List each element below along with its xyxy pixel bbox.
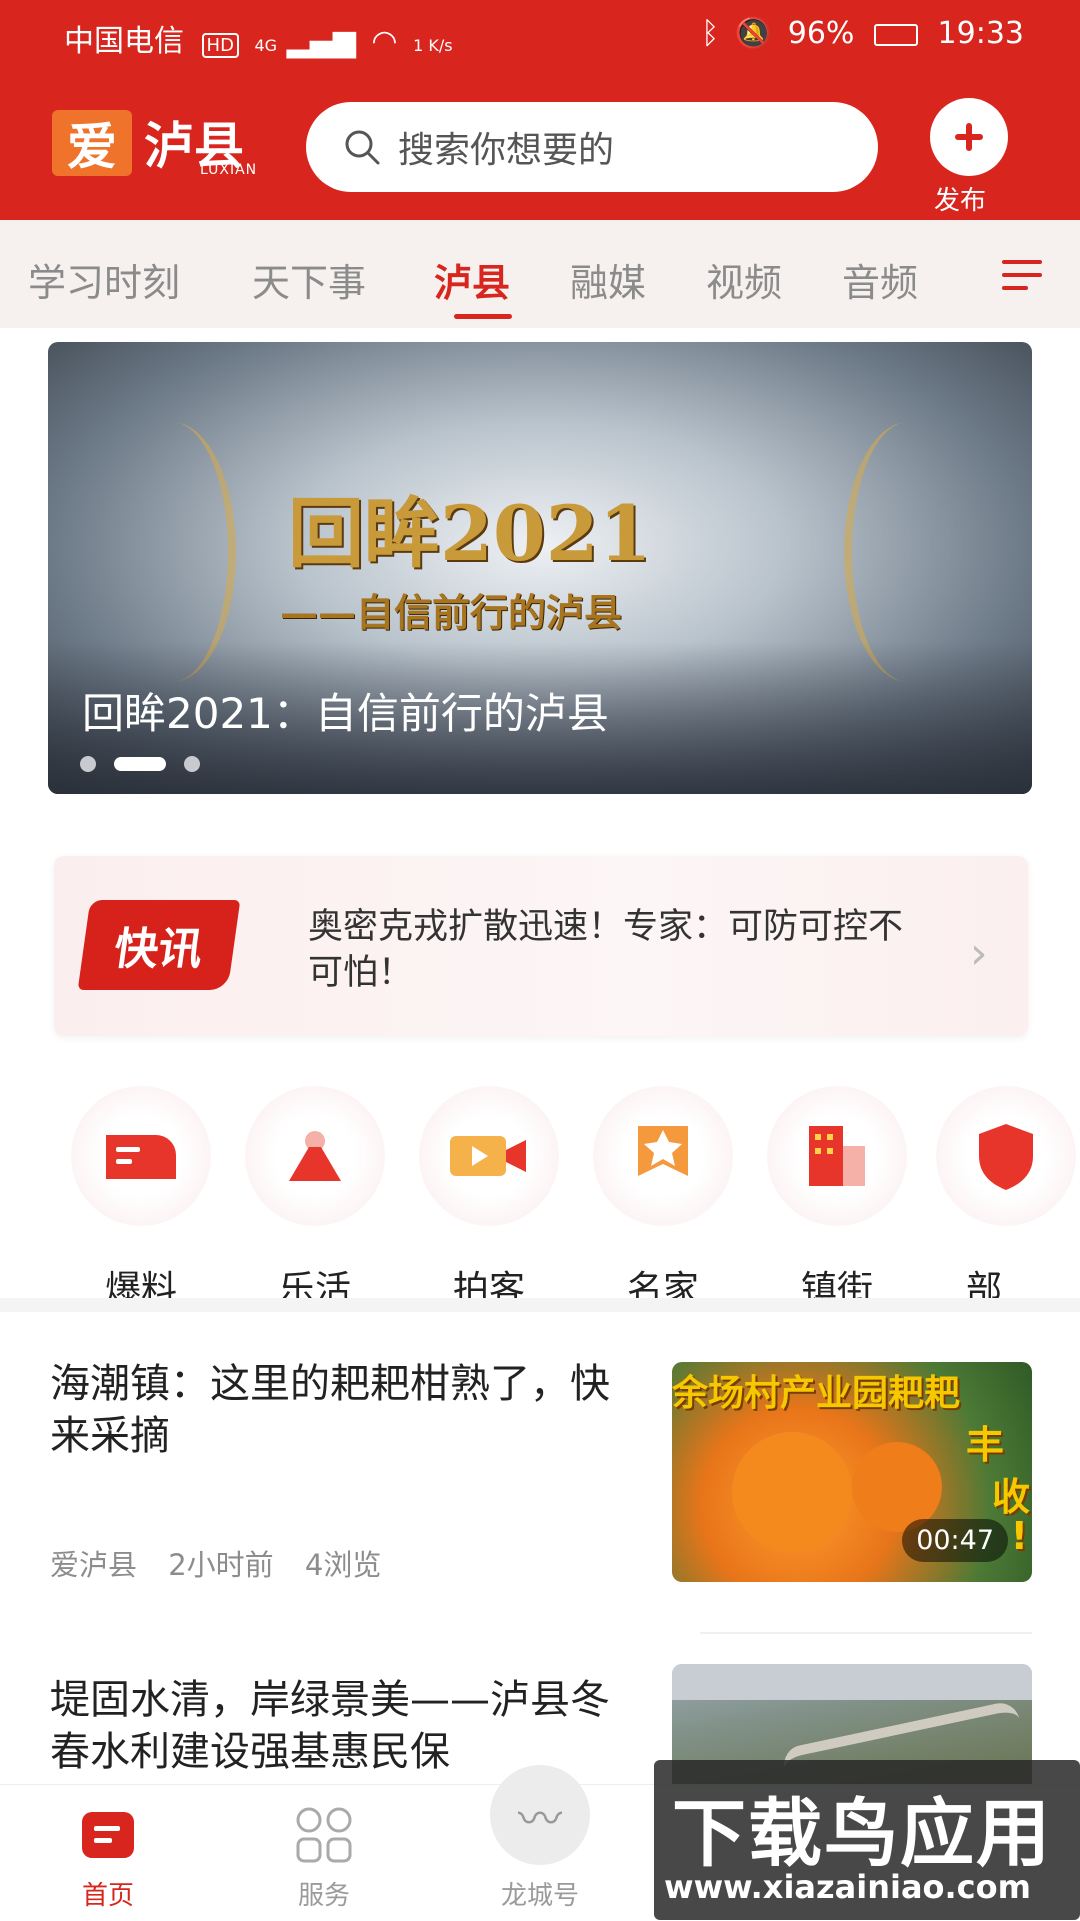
news-title: 海潮镇：这里的耙耙柑熟了，快来采摘 <box>50 1361 610 1459</box>
search-bar[interactable]: 搜索你想要的 <box>306 102 878 192</box>
search-placeholder: 搜索你想要的 <box>398 130 615 171</box>
thumbnail-text: 丰 <box>965 1423 1004 1467</box>
nav-longcheng-label: 龙城号 <box>500 1881 579 1911</box>
news-item[interactable]: 海潮镇：这里的耙耙柑熟了，快来采摘 爱泸县 2小时前 4浏览 余场村产业园耙耙 … <box>0 1312 1080 1642</box>
battery-icon <box>873 23 918 46</box>
banner-art-subtitle: ——自信前行的泸县 <box>280 590 623 635</box>
carousel-dot-active[interactable] <box>114 757 166 771</box>
flash-news-card[interactable]: 快讯 奥密克戎扩散迅速！专家：可防可控不可怕！ › <box>54 856 1028 1036</box>
menu-icon[interactable] <box>1002 260 1042 299</box>
banner-carousel[interactable]: 回眸2021 ——自信前行的泸县 回眸2021：自信前行的泸县 <box>48 342 1032 794</box>
video-duration: 00:47 <box>902 1519 1008 1562</box>
watermark-title: 下载鸟应用 <box>672 1791 1052 1877</box>
nav-home[interactable]: 首页 <box>38 1805 178 1912</box>
home-icon <box>38 1805 178 1865</box>
category-tabs: 学习时刻 天下事 泸县 融媒 视频 音频 <box>0 220 1080 328</box>
orange-decoration <box>732 1432 852 1552</box>
row-divider <box>700 1632 1032 1634</box>
app-header: 爱 泸县 LUXIAN 搜索你想要的 发布 <box>0 80 1080 220</box>
wifi-icon: ◠ <box>371 24 398 59</box>
plus-icon <box>955 123 983 151</box>
quick-item-paike[interactable]: 拍客 <box>414 1086 564 1312</box>
news-meta: 爱泸县 2小时前 4浏览 <box>50 1542 381 1584</box>
quick-item-tipoff[interactable]: 爆料 <box>66 1086 216 1312</box>
thumbnail-text: 余场村产业园耙耙 <box>672 1373 961 1414</box>
tab-world-news[interactable]: 天下事 <box>252 252 366 307</box>
tab-study-moment[interactable]: 学习时刻 <box>28 252 180 307</box>
flash-text: 奥密克戎扩散迅速！专家：可防可控不可怕！ <box>308 907 904 993</box>
video-camera-icon <box>419 1086 559 1226</box>
banner-caption: 回眸2021：自信前行的泸县 <box>82 689 609 738</box>
news-time: 2小时前 <box>168 1548 274 1582</box>
news-title: 堤固水清，岸绿景美——泸县冬春水利建设强基惠民保 <box>50 1677 610 1775</box>
clock: 19:33 <box>937 16 1024 51</box>
bluetooth-icon: ᛒ <box>701 16 720 51</box>
publish-label[interactable]: 发布 <box>934 180 986 217</box>
star-badge-icon <box>593 1086 733 1226</box>
hd-icon: HD <box>201 33 239 58</box>
quick-item-famous[interactable]: 名家 <box>588 1086 738 1312</box>
watermark-url: www.xiazainiao.com <box>664 1868 1031 1906</box>
watermark: 下载鸟应用 www.xiazainiao.com <box>654 1760 1080 1920</box>
signal-icon: ▂▄▆ <box>286 24 356 59</box>
news-source: 爱泸县 <box>50 1548 138 1582</box>
tab-media[interactable]: 融媒 <box>570 252 646 307</box>
shield-icon <box>936 1086 1076 1226</box>
carousel-dot[interactable] <box>80 756 96 772</box>
buildings-icon <box>767 1086 907 1226</box>
search-icon <box>345 130 380 165</box>
thumbnail-text: ! <box>1010 1514 1028 1558</box>
logo-subtitle: LUXIAN <box>200 162 258 178</box>
dragon-icon: 〰 <box>470 1765 610 1865</box>
tab-video[interactable]: 视频 <box>706 252 782 307</box>
person-icon <box>245 1086 385 1226</box>
quick-item-towns[interactable]: 镇街 <box>762 1086 912 1312</box>
news-views: 4浏览 <box>304 1548 382 1582</box>
tab-audio[interactable]: 音频 <box>842 252 918 307</box>
quick-item-lifestyle[interactable]: 乐活 <box>240 1086 390 1312</box>
section-divider <box>0 1298 1080 1312</box>
news-thumbnail: 余场村产业园耙耙 丰 收 ! 00:47 <box>672 1362 1032 1582</box>
mute-icon: 🔕 <box>734 16 773 51</box>
publish-button[interactable] <box>930 98 1008 176</box>
carrier-label: 中国电信 <box>64 24 184 59</box>
carousel-dot[interactable] <box>184 756 200 772</box>
thumbnail-sky <box>672 1664 1032 1700</box>
network-label: 4G <box>254 36 278 55</box>
nav-services[interactable]: 服务 <box>254 1805 394 1912</box>
battery-percent: 96% <box>787 16 855 51</box>
nav-services-label: 服务 <box>297 1881 350 1911</box>
megaphone-icon <box>71 1086 211 1226</box>
grid-icon <box>254 1805 394 1865</box>
thumbnail-text: 收 <box>991 1475 1030 1519</box>
active-tab-indicator <box>454 314 512 319</box>
quick-item-departments[interactable]: 部 <box>936 1086 1080 1312</box>
logo-mark: 爱 <box>52 110 132 176</box>
carousel-dots <box>80 756 200 772</box>
status-bar: 中国电信 HD 4G ▂▄▆ ◠ 1 K/s ᛒ 🔕 96% 19:33 <box>0 0 1080 80</box>
speed-label: 1 K/s <box>413 36 453 55</box>
status-right: ᛒ 🔕 96% 19:33 <box>701 16 1024 51</box>
chevron-right-icon: › <box>970 928 988 979</box>
flash-badge: 快讯 <box>77 900 241 990</box>
banner-art-title: 回眸2021 <box>288 489 652 578</box>
tab-luxian[interactable]: 泸县 <box>434 252 510 307</box>
nav-longcheng[interactable]: 〰 龙城号 <box>470 1765 610 1912</box>
status-left: 中国电信 HD 4G ▂▄▆ ◠ 1 K/s <box>64 16 453 60</box>
nav-home-label: 首页 <box>81 1881 134 1911</box>
